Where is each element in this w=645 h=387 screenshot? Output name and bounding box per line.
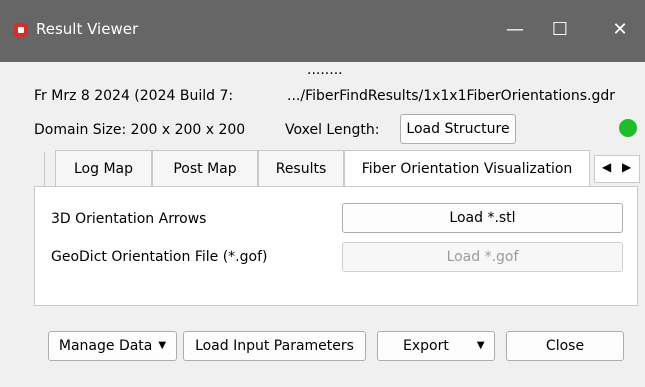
domain-size-text: Domain Size: 200 x 200 x 200	[34, 122, 246, 138]
manage-data-dropdown[interactable]: Manage Data ▼	[48, 331, 177, 361]
minimize-button[interactable]: —	[500, 16, 530, 44]
tab-scroll-buttons: ◀ ▶	[594, 155, 640, 183]
tab-post-map[interactable]: Post Map	[152, 150, 258, 186]
window-title: Result Viewer	[36, 20, 139, 38]
load-input-parameters-button[interactable]: Load Input Parameters	[183, 331, 366, 361]
dropdown-arrow-icon: ▼	[476, 340, 485, 351]
close-window-button[interactable]: ✕	[605, 16, 635, 44]
maximize-button[interactable]: ☐	[545, 16, 575, 44]
version-text: Fr Mrz 8 2024 (2024 Build 7:	[34, 88, 234, 104]
export-dropdown[interactable]: Export ▼	[377, 331, 495, 361]
close-button[interactable]: Close	[506, 331, 624, 361]
title-bar: Result Viewer — ☐ ✕	[0, 0, 645, 62]
orientation-arrows-label: 3D Orientation Arrows	[51, 211, 207, 227]
file-path-text: .../FiberFindResults/1x1x1FiberOrientati…	[287, 88, 615, 104]
tab-scroll-right-icon[interactable]: ▶	[622, 160, 631, 174]
splitter-handle[interactable]: ........	[307, 62, 343, 78]
voxel-length-label: Voxel Length:	[285, 122, 380, 138]
load-gof-button[interactable]: Load *.gof	[342, 242, 623, 272]
tab-log-map[interactable]: Log Map	[55, 150, 152, 186]
tab-overflow-edge	[34, 152, 45, 186]
tab-scroll-left-icon[interactable]: ◀	[602, 160, 611, 174]
manage-data-label: Manage Data	[58, 338, 153, 354]
status-indicator	[619, 119, 637, 137]
dropdown-arrow-icon: ▼	[158, 340, 167, 351]
load-structure-button[interactable]: Load Structure	[400, 114, 516, 144]
tab-results[interactable]: Results	[258, 150, 344, 186]
app-logo-icon	[14, 23, 28, 37]
load-stl-button[interactable]: Load *.stl	[342, 203, 623, 233]
export-label: Export	[403, 338, 449, 354]
tab-fiber-orientation-visualization[interactable]: Fiber Orientation Visualization	[344, 150, 590, 187]
orientation-file-label: GeoDict Orientation File (*.gof)	[51, 249, 268, 265]
